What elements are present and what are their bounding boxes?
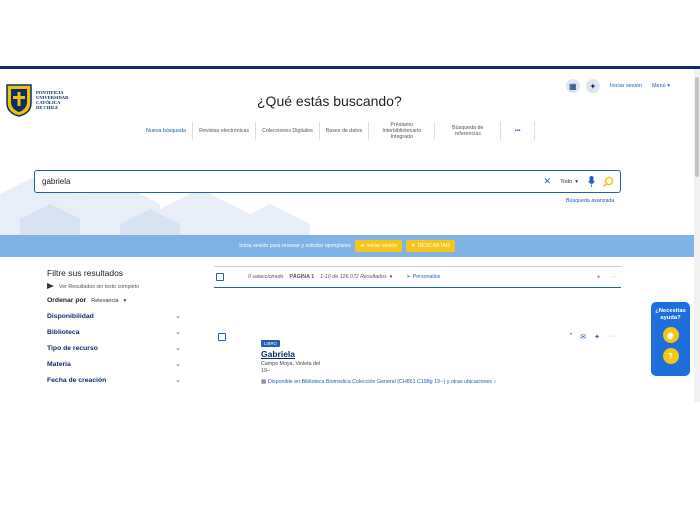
clear-icon[interactable]: ✕: [542, 176, 552, 187]
page-title: ¿Qué estás buscando?: [257, 93, 402, 109]
nav-reference-search[interactable]: Búsqueda de referencias: [435, 122, 502, 140]
facet-availability[interactable]: Disponibilidad ⌄: [47, 312, 181, 321]
signin-banner: Inicia sesión para renovar y solicitar e…: [0, 235, 694, 257]
app-window: Pontificia Universidad Católica de Chile…: [0, 66, 700, 402]
scrollbar[interactable]: [694, 69, 700, 402]
advanced-search-link[interactable]: Búsqueda avanzada: [566, 198, 614, 204]
facet-subject[interactable]: Materia ⌄: [47, 360, 181, 369]
help-widget[interactable]: ¿Necesitas ayuda? ◉ ?: [651, 302, 690, 376]
chevron-down-icon: ⌄: [175, 329, 181, 336]
chevron-down-icon: ⌄: [175, 377, 181, 384]
availability-link[interactable]: ▩ Disponible en Biblioteca Biomédica Col…: [261, 379, 496, 385]
library-card-button[interactable]: ▦: [565, 79, 580, 93]
personalize-icon: ➤: [406, 274, 411, 280]
selected-count: 0 seleccionado: [248, 274, 284, 280]
filter-sidebar: Filtre sus resultados Ver Resultados sin…: [47, 268, 187, 384]
page-indicator: PÁGINA 1: [289, 274, 315, 280]
sort-control[interactable]: Ordenar por Relevancia ▾: [47, 297, 187, 304]
menu-button[interactable]: Menú ▾: [652, 83, 670, 89]
search-input[interactable]: [35, 177, 543, 186]
logo-text: Pontificia Universidad Católica de Chile: [36, 89, 69, 111]
facet-library[interactable]: Biblioteca ⌄: [47, 328, 181, 337]
sort-value[interactable]: Relevancia: [91, 298, 118, 304]
chevron-down-icon: ⌄: [175, 313, 181, 320]
pin-icon[interactable]: ✦: [594, 333, 600, 341]
nav-digital-collections[interactable]: Colecciones Digitales: [256, 122, 320, 140]
quote-icon[interactable]: ”: [570, 333, 572, 341]
help-label: ¿Necesitas ayuda?: [655, 308, 686, 321]
location-icon: ▩: [261, 379, 267, 385]
scope-select[interactable]: Todo ▾: [560, 179, 578, 185]
nav-databases[interactable]: Bases de datos: [320, 122, 370, 140]
results-toolbar: 0 seleccionado PÁGINA 1 1-10 de 126.072 …: [214, 266, 621, 288]
chevron-down-icon: ▾: [123, 297, 127, 304]
close-icon: ✕: [411, 243, 416, 249]
seal-icon: [6, 84, 32, 117]
toggle-icon: [47, 283, 54, 291]
banner-signin-button[interactable]: ➜ Iniciar sesión: [354, 240, 403, 252]
results-range: 1-10 de 126.072 Resultados: [320, 274, 387, 280]
nav-ejournals[interactable]: Revistas electrónicas: [193, 122, 257, 140]
pin-icon[interactable]: ✦: [596, 274, 601, 281]
email-icon[interactable]: ✉: [580, 333, 586, 341]
fulltext-toggle[interactable]: Ver Resultados sin texto completo: [47, 283, 187, 291]
select-all-checkbox[interactable]: [216, 273, 224, 281]
result-checkbox[interactable]: [218, 333, 226, 341]
personalize-button[interactable]: ➤ Personalice: [406, 274, 440, 280]
result-actions: ” ✉ ✦ ···: [570, 333, 615, 341]
result-author: Campo Moya, Violeta del 19--: [261, 361, 321, 374]
more-icon[interactable]: ···: [611, 274, 617, 280]
pin-icon: ✦: [589, 81, 597, 91]
microphone-icon[interactable]: [586, 176, 596, 187]
banner-text: Inicia sesión para renovar y solicitar e…: [239, 243, 351, 249]
nav-interlibrary-loan[interactable]: Préstamo Interbibliotecario Integrado: [369, 122, 436, 140]
chevron-down-icon: ▾: [667, 83, 670, 89]
top-right-tools: ▦ ✦ Iniciar sesión Menú ▾: [565, 79, 670, 93]
chevron-down-icon: ⌄: [175, 345, 181, 352]
result-item: LIBRO Gabriela Campo Moya, Violeta del 1…: [214, 331, 621, 397]
search-bar: ✕ Todo ▾: [34, 170, 621, 193]
chevron-right-icon: ›: [494, 379, 496, 385]
pin-button[interactable]: ✦: [585, 79, 600, 93]
signin-icon: ➜: [359, 243, 365, 249]
resource-type-badge: LIBRO: [261, 340, 280, 347]
main-nav: Nueva búsqueda Revistas electrónicas Col…: [140, 119, 536, 143]
question-icon[interactable]: ?: [662, 348, 679, 364]
chat-icon[interactable]: ◉: [662, 327, 679, 343]
nav-new-search[interactable]: Nueva búsqueda: [140, 122, 194, 140]
facet-creation-date[interactable]: Fecha de creación ⌄: [47, 376, 181, 385]
search-icon[interactable]: [602, 176, 614, 187]
signin-link[interactable]: Iniciar sesión: [610, 83, 642, 89]
banner-dismiss-button[interactable]: ✕ DESCARTAR: [406, 240, 455, 252]
chevron-down-icon[interactable]: ▾: [390, 274, 393, 280]
university-logo[interactable]: Pontificia Universidad Católica de Chile: [5, 82, 75, 118]
chevron-down-icon: ▾: [575, 178, 578, 185]
result-title[interactable]: Gabriela: [261, 349, 295, 359]
nav-more-button[interactable]: •••: [501, 122, 536, 140]
more-icon[interactable]: ···: [608, 333, 615, 341]
chevron-down-icon: ⌄: [175, 361, 181, 368]
card-icon: ▦: [569, 81, 577, 91]
facet-resource-type[interactable]: Tipo de recurso ⌄: [47, 344, 181, 353]
results-actions: ✦ ···: [596, 274, 621, 281]
sidebar-title: Filtre sus resultados: [47, 268, 124, 278]
header: Pontificia Universidad Católica de Chile…: [0, 69, 694, 244]
